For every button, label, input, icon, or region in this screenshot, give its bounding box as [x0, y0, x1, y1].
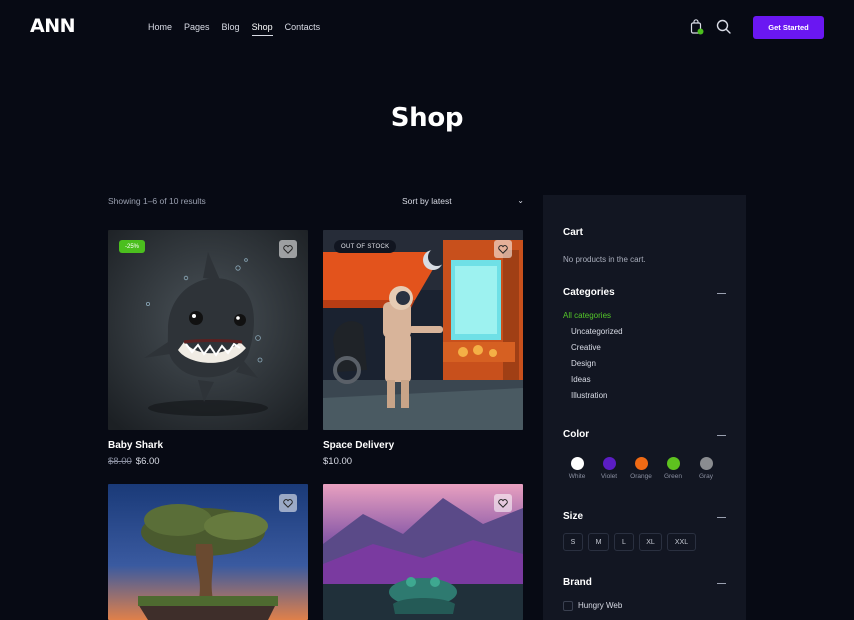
shopping-bag-icon[interactable]: [690, 19, 704, 35]
nav-pages[interactable]: Pages: [184, 22, 210, 36]
cart-empty-text: No products in the cart.: [563, 255, 646, 264]
main-nav: Home Pages Blog Shop Contacts: [148, 22, 332, 36]
size-m[interactable]: M: [588, 533, 609, 551]
brand-checkbox[interactable]: [563, 601, 573, 611]
sort-dropdown[interactable]: Sort by latest ⌄: [402, 196, 524, 206]
category-illustration[interactable]: Illustration: [571, 391, 607, 400]
categories-title: Categories: [563, 287, 615, 298]
nav-shop[interactable]: Shop: [251, 22, 273, 36]
product-card[interactable]: OUT OF STOCK Space Delivery $10.00: [323, 230, 523, 467]
collapse-icon[interactable]: [717, 583, 726, 584]
product-image[interactable]: [108, 484, 308, 620]
color-swatch-orange[interactable]: [635, 457, 648, 470]
collapse-icon[interactable]: [717, 435, 726, 436]
sort-label: Sort by latest: [402, 196, 452, 206]
current-price: $6.00: [135, 456, 160, 467]
collapse-icon[interactable]: [717, 293, 726, 294]
nav-contacts[interactable]: Contacts: [285, 22, 321, 36]
heart-icon[interactable]: [494, 240, 512, 258]
product-name[interactable]: Baby Shark: [108, 440, 308, 451]
site-logo[interactable]: ANN: [30, 15, 76, 37]
collapse-icon[interactable]: [717, 517, 726, 518]
heart-icon[interactable]: [279, 494, 297, 512]
color-title: Color: [563, 429, 590, 440]
out-of-stock-badge: OUT OF STOCK: [334, 240, 397, 253]
brand-title: Brand: [563, 577, 592, 588]
color-swatch-violet[interactable]: [603, 457, 616, 470]
cart-widget-title: Cart: [563, 227, 584, 238]
site-header: ANN Home Pages Blog Shop Contacts Get St…: [0, 0, 854, 56]
current-price: $10.00: [323, 456, 353, 467]
heart-icon[interactable]: [494, 494, 512, 512]
category-all[interactable]: All categories: [563, 311, 611, 320]
category-ideas[interactable]: Ideas: [571, 375, 591, 384]
size-xl[interactable]: XL: [639, 533, 662, 551]
shop-sidebar: Cart No products in the cart. Categories…: [543, 195, 746, 620]
sale-badge: -25%: [119, 240, 146, 253]
size-l[interactable]: L: [614, 533, 634, 551]
old-price: $8.00: [108, 456, 132, 467]
get-started-button[interactable]: Get Started: [753, 16, 824, 39]
nav-home[interactable]: Home: [148, 22, 172, 36]
product-image[interactable]: [323, 484, 523, 620]
results-count: Showing 1–6 of 10 results: [108, 196, 206, 206]
size-xxl[interactable]: XXL: [667, 533, 696, 551]
category-creative[interactable]: Creative: [571, 343, 601, 352]
color-label: Gray: [698, 473, 714, 480]
nav-blog[interactable]: Blog: [222, 22, 240, 36]
product-name[interactable]: Space Delivery: [323, 440, 523, 451]
product-card[interactable]: [323, 484, 523, 620]
product-card[interactable]: -25% Baby Shark $8.00 $6.00: [108, 230, 308, 467]
color-swatch-white[interactable]: [571, 457, 584, 470]
product-image[interactable]: -25%: [108, 230, 308, 430]
chevron-down-icon: ⌄: [517, 196, 524, 205]
product-card[interactable]: [108, 484, 308, 620]
search-icon[interactable]: [716, 19, 731, 34]
color-swatch-gray[interactable]: [700, 457, 713, 470]
brand-label[interactable]: Hungry Web: [578, 601, 622, 610]
size-s[interactable]: S: [563, 533, 583, 551]
page-title: Shop: [390, 103, 464, 133]
product-image[interactable]: OUT OF STOCK: [323, 230, 523, 430]
category-design[interactable]: Design: [571, 359, 596, 368]
product-price: $10.00: [323, 456, 523, 467]
heart-icon[interactable]: [279, 240, 297, 258]
size-title: Size: [563, 511, 584, 522]
product-price: $8.00 $6.00: [108, 456, 308, 467]
category-uncategorized[interactable]: Uncategorized: [571, 327, 623, 336]
color-swatch-green[interactable]: [667, 457, 680, 470]
